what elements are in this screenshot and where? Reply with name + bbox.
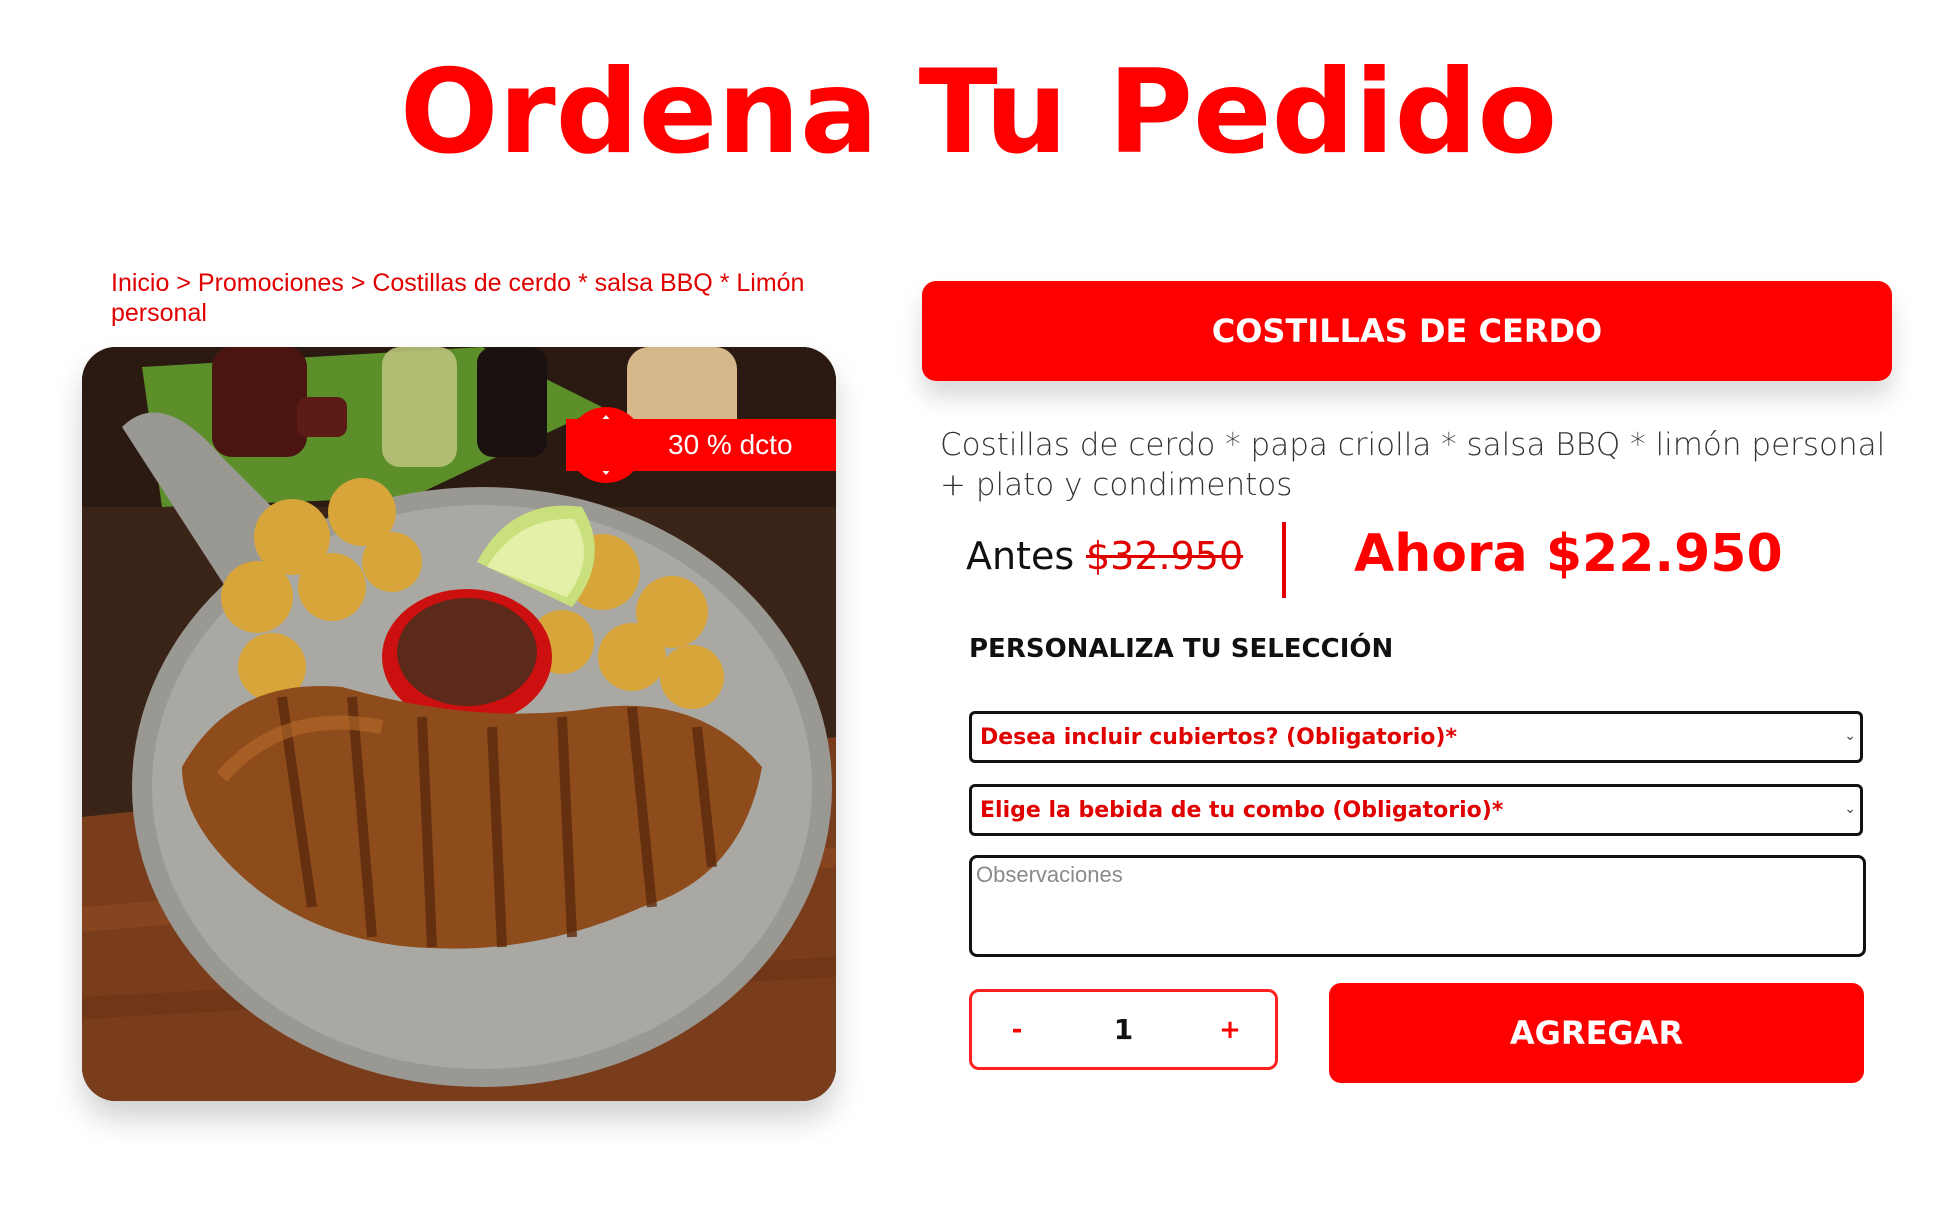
price-divider	[1282, 522, 1286, 598]
increment-button[interactable]: +	[1185, 1015, 1275, 1045]
cutlery-select[interactable]: Desea incluir cubiertos? (Obligatorio)* …	[969, 711, 1863, 763]
price-now: Ahora $22.950	[1354, 524, 1783, 584]
product-description: Costillas de cerdo * papa criolla * sals…	[940, 427, 1886, 503]
breadcrumb-separator: >	[350, 269, 366, 297]
cutlery-select-label: Desea incluir cubiertos? (Obligatorio)*	[980, 724, 1457, 750]
add-to-cart-button[interactable]: AGREGAR	[1329, 983, 1864, 1083]
drink-select[interactable]: Elige la bebida de tu combo (Obligatorio…	[969, 784, 1863, 836]
discount-badge: 30 % dcto	[566, 419, 836, 471]
customize-heading: PERSONALIZA TU SELECCIÓN	[969, 634, 1394, 664]
notes-field[interactable]	[969, 855, 1866, 957]
breadcrumb-home[interactable]: Inicio	[111, 269, 169, 297]
breadcrumb-promotions[interactable]: Promociones	[198, 269, 344, 297]
page-title: Ordena Tu Pedido	[399, 45, 1558, 180]
chevron-down-icon: ⌄	[1844, 801, 1856, 817]
quantity-stepper: - 1 +	[969, 989, 1278, 1070]
decrement-button[interactable]: -	[972, 1015, 1062, 1045]
drink-select-label: Elige la bebida de tu combo (Obligatorio…	[980, 797, 1504, 823]
product-name: COSTILLAS DE CERDO	[1211, 312, 1603, 350]
quantity-value[interactable]: 1	[1114, 1013, 1133, 1046]
chevron-down-icon: ⌄	[1844, 728, 1856, 744]
product-header-bar: COSTILLAS DE CERDO	[922, 281, 1892, 381]
price-before-value: $32.950	[1086, 534, 1244, 578]
breadcrumb: Inicio > Promociones > Costillas de cerd…	[111, 268, 831, 328]
product-image: % 30 % dcto	[82, 347, 836, 1101]
price-before-label: Antes	[966, 534, 1075, 578]
breadcrumb-separator: >	[176, 269, 191, 297]
